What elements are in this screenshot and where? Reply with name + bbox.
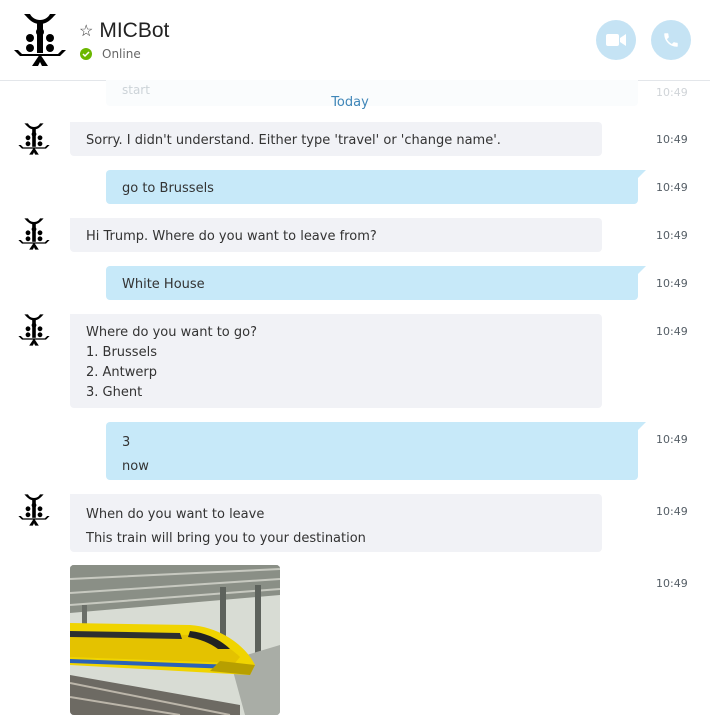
message-time: 10:49: [656, 181, 688, 194]
audio-call-button[interactable]: [651, 20, 691, 60]
star-icon[interactable]: ☆: [79, 21, 93, 41]
message-text: Sorry. I didn't understand. Either type …: [86, 133, 501, 148]
bot-avatar[interactable]: [16, 216, 52, 252]
message-text: now: [122, 459, 149, 474]
message-time: 10:49: [656, 433, 688, 446]
video-call-icon: [606, 34, 626, 46]
contact-title: MICBot: [99, 19, 170, 42]
presence-status: Online: [80, 47, 141, 61]
message-text: 3. Ghent: [86, 385, 143, 400]
train-photo[interactable]: [70, 565, 280, 715]
message-text: Where do you want to go?: [86, 325, 257, 340]
message-text: 3: [122, 435, 131, 450]
message-time: 10:49: [656, 505, 688, 518]
status-label: Online: [102, 47, 141, 61]
video-call-button[interactable]: [596, 20, 636, 60]
message-text: Hi Trump. Where do you want to leave fro…: [86, 229, 377, 244]
message-text: go to Brussels: [122, 181, 214, 196]
message-text: When do you want to leave: [86, 507, 265, 522]
date-divider: Today: [331, 95, 369, 110]
audio-call-icon: [664, 33, 678, 47]
bot-message[interactable]: Hi Trump. Where do you want to leave fro…: [70, 218, 602, 252]
message-time: 10:49: [656, 229, 688, 242]
bot-avatar[interactable]: [16, 312, 52, 348]
micbot-logo[interactable]: [10, 10, 70, 70]
yellow-bullet-train-photo: [70, 565, 280, 715]
message-text: 1. Brussels: [86, 345, 157, 360]
bot-avatar[interactable]: [16, 492, 52, 528]
my-message[interactable]: White House: [106, 266, 646, 300]
message-time: 10:49: [656, 133, 688, 146]
chat-header: ☆ MICBot Online: [0, 0, 710, 81]
message-text: 2. Antwerp: [86, 365, 157, 380]
bot-avatar[interactable]: [16, 121, 52, 157]
online-check-icon: [80, 48, 92, 60]
message-time: 10:49: [656, 277, 688, 290]
bot-message[interactable]: Sorry. I didn't understand. Either type …: [70, 122, 602, 156]
bot-message[interactable]: When do you want to leave This train wil…: [70, 494, 602, 552]
message-text: This train will bring you to your destin…: [86, 531, 366, 546]
message-text: White House: [122, 277, 205, 292]
contact-name[interactable]: ☆ MICBot: [79, 19, 169, 43]
my-message[interactable]: 3 now: [106, 422, 646, 480]
my-message[interactable]: go to Brussels: [106, 170, 646, 204]
bot-message[interactable]: Where do you want to go? 1. Brussels 2. …: [70, 314, 602, 408]
message-time: 10:49: [656, 577, 688, 590]
message-time: 10:49: [656, 325, 688, 338]
